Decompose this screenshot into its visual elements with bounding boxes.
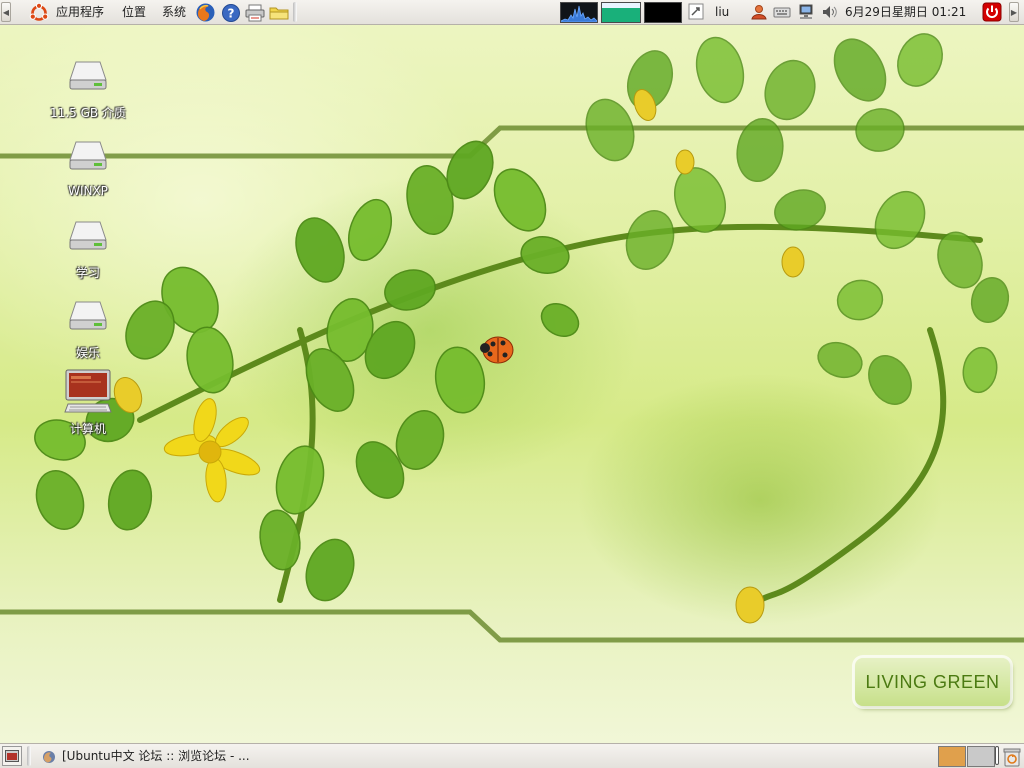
help-icon[interactable]: ? — [220, 2, 241, 23]
wallpaper — [0, 33, 1024, 643]
places-menu[interactable]: 位置 — [120, 0, 148, 25]
trash-icon[interactable] — [1001, 746, 1022, 767]
clock[interactable]: 6月29日星期日 01:21 — [845, 0, 966, 25]
network-status-icon[interactable] — [797, 3, 815, 21]
panel-right-scroll-button[interactable]: ▶ — [1009, 2, 1019, 22]
computer-icon — [64, 369, 112, 413]
desktop-background[interactable] — [0, 0, 1024, 768]
svg-text:?: ? — [227, 6, 234, 20]
drive-icon — [69, 61, 107, 90]
desktop-icon-label: WINXP — [68, 184, 108, 198]
drive-icon — [69, 301, 107, 330]
printer-icon[interactable] — [244, 2, 265, 23]
system-menu[interactable]: 系统 — [160, 0, 188, 25]
panel-left-scroll-button[interactable]: ◀ — [1, 2, 11, 22]
volume-icon[interactable] — [821, 3, 839, 21]
firefox-icon — [43, 750, 55, 763]
network-monitor[interactable] — [644, 2, 682, 23]
desktop-icon-label: 学习 — [75, 266, 100, 280]
desktop-icon-label: 娱乐 — [75, 346, 100, 360]
folder-icon[interactable] — [268, 2, 289, 23]
drive-icon — [69, 221, 107, 250]
applications-menu[interactable]: 应用程序 — [54, 0, 106, 25]
desktop-icon-winxp[interactable]: WINXP — [33, 132, 143, 198]
desktop-icon-media[interactable]: 11.5 GB 介质 — [33, 52, 143, 121]
panel-separator — [27, 746, 31, 766]
memory-monitor[interactable] — [601, 2, 641, 23]
user-name[interactable]: liu — [713, 0, 731, 25]
taskbar-window-button[interactable]: [Ubuntu中文 论坛 :: 浏览论坛 - ... — [36, 746, 286, 767]
keyboard-icon[interactable] — [773, 3, 791, 21]
switch-user-icon[interactable] — [688, 3, 706, 21]
wallpaper-badge: LIVING GREEN — [855, 658, 1010, 706]
logout-icon[interactable] — [982, 2, 1002, 22]
bottom-panel: [Ubuntu中文 论坛 :: 浏览论坛 - ... — [0, 743, 1024, 768]
workspace-separator — [995, 746, 999, 765]
top-panel: ◀ 应用程序 位置 系统 ? liu 6月29日星期日 01:21 ▶ — [0, 0, 1024, 25]
workspace-1[interactable] — [938, 746, 966, 767]
firefox-icon[interactable] — [195, 2, 216, 23]
show-desktop-button[interactable] — [2, 746, 22, 766]
desktop-icon-label: 11.5 GB 介质 — [50, 106, 126, 120]
cpu-monitor[interactable] — [560, 2, 598, 23]
workspace-2[interactable] — [967, 746, 995, 767]
taskbar-window-title: [Ubuntu中文 论坛 :: 浏览论坛 - ... — [62, 749, 250, 763]
panel-separator — [293, 2, 297, 22]
desktop-icon-computer[interactable]: 计算机 — [33, 368, 143, 437]
show-desktop-icon — [5, 750, 19, 762]
desktop-icon-label: 计算机 — [69, 422, 106, 436]
desktop-icon-entertainment[interactable]: 娱乐 — [33, 292, 143, 361]
desktop-icon-study[interactable]: 学习 — [33, 212, 143, 281]
drive-icon — [69, 141, 107, 170]
user-status-icon[interactable] — [750, 3, 768, 21]
ubuntu-logo-icon[interactable] — [28, 2, 49, 23]
